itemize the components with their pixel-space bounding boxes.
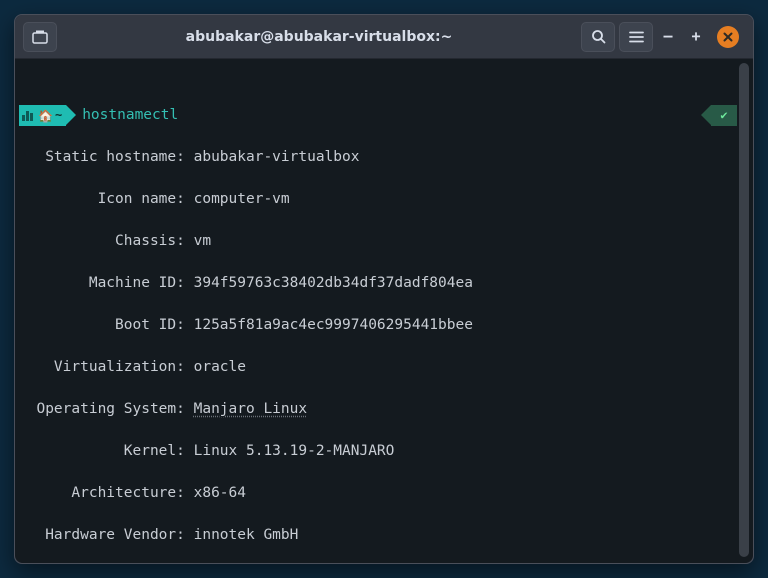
terminal-body[interactable]: 🏠 ~ hostnamectl ✔ Static hostname: abuba… [15,59,753,563]
home-icon: 🏠 [38,110,53,122]
terminal-content[interactable]: 🏠 ~ hostnamectl ✔ Static hostname: abuba… [19,63,737,557]
output-line: Chassis: vm [19,231,737,252]
status-badge: ✔ [711,105,737,126]
prompt-path: ~ [55,105,62,126]
scrollbar-thumb[interactable] [739,63,749,557]
titlebar: abubakar@abubakar-virtualbox:~ – + [15,15,753,59]
terminal-window: abubakar@abubakar-virtualbox:~ – + 🏠 ~ h… [14,14,754,564]
output-line: Architecture: x86-64 [19,483,737,504]
menu-button[interactable] [619,22,653,52]
output-line: Static hostname: abubakar-virtualbox [19,147,737,168]
scrollbar[interactable] [739,63,749,557]
output-line: Hardware Vendor: innotek GmbH [19,525,737,546]
command-text: hostnamectl [82,105,178,126]
prompt-line: 🏠 ~ hostnamectl ✔ [19,105,737,126]
prompt-badge: 🏠 ~ [19,105,66,126]
maximize-button[interactable]: + [689,30,703,44]
window-title: abubakar@abubakar-virtualbox:~ [61,29,577,45]
output-line: Kernel: Linux 5.13.19-2-MANJARO [19,441,737,462]
new-tab-button[interactable] [23,22,57,52]
output-line: Machine ID: 394f59763c38402db34df37dadf8… [19,273,737,294]
minimize-button[interactable]: – [661,30,675,44]
close-button[interactable] [717,26,739,48]
output-line: Icon name: computer-vm [19,189,737,210]
output-line: Boot ID: 125a5f81a9ac4ec9997406295441bbe… [19,315,737,336]
output-line: Virtualization: oracle [19,357,737,378]
manjaro-icon [22,111,33,121]
output-line: Operating System: Manjaro Linux [19,399,737,420]
search-button[interactable] [581,22,615,52]
window-controls: – + [661,26,739,48]
